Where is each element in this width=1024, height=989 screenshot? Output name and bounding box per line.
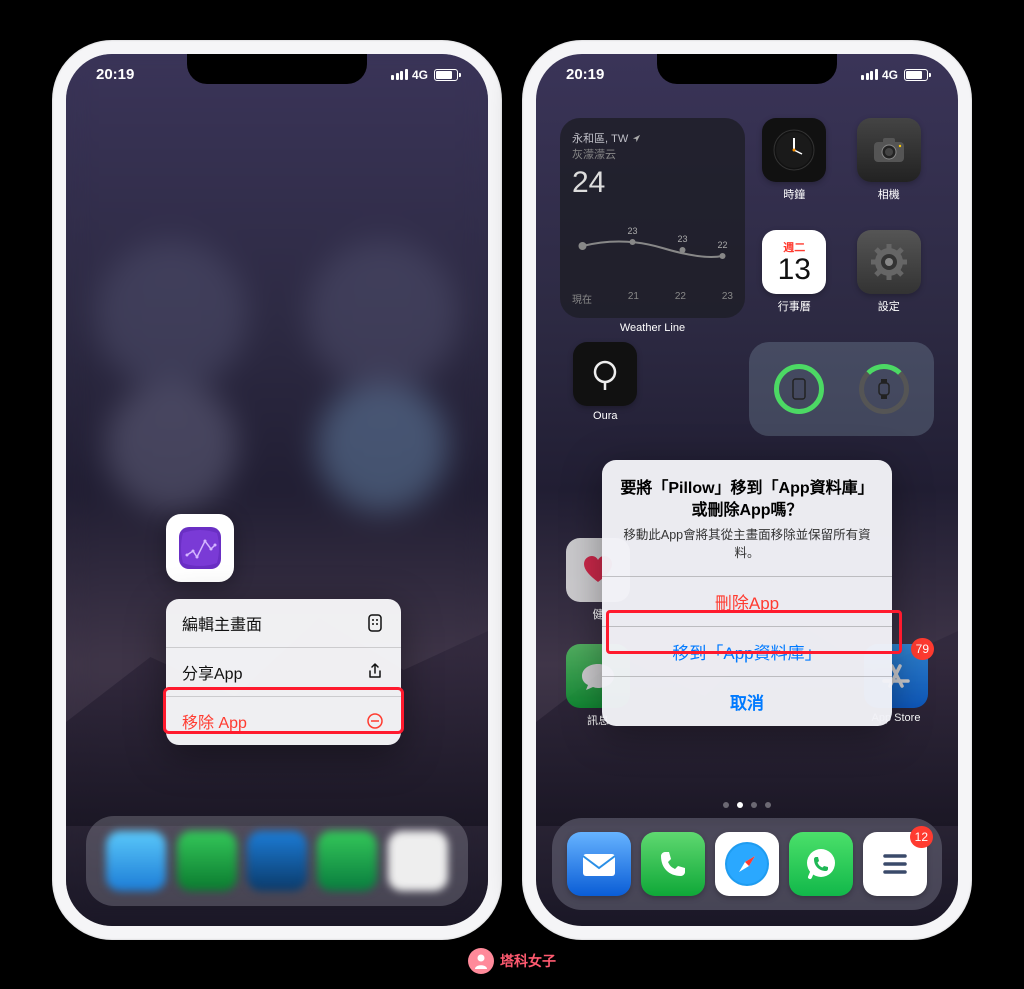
oura-cell[interactable]: Oura xyxy=(560,342,651,446)
app-label: 設定 xyxy=(878,298,900,314)
phone-left: 20:19 4G xyxy=(52,40,502,940)
whatsapp-icon xyxy=(789,832,853,896)
pillow-app-icon[interactable] xyxy=(166,514,234,582)
battery-widget[interactable] xyxy=(749,342,934,436)
alert-cancel-button[interactable]: 取消 xyxy=(602,676,892,726)
mail-icon xyxy=(567,832,631,896)
badge: 12 xyxy=(910,826,933,848)
location-arrow-icon xyxy=(632,134,641,143)
menu-label: 移除 App xyxy=(182,709,247,733)
weather-temp: 24 xyxy=(572,166,605,199)
menu-share-app[interactable]: 分享App xyxy=(166,648,401,697)
screen: 20:19 4G xyxy=(66,54,488,926)
hour: 23 xyxy=(722,291,733,306)
hour-now: 現在 xyxy=(572,291,592,306)
weather-hours: 現在 21 22 23 xyxy=(572,291,733,306)
settings-cell[interactable]: 設定 xyxy=(844,230,935,334)
phone-device-icon xyxy=(779,369,819,409)
calendar-icon: 週二 13 xyxy=(762,230,826,294)
dock-icon-blur xyxy=(388,831,448,891)
oura-icon xyxy=(573,342,637,406)
status-time: 20:19 xyxy=(566,66,604,83)
app-label: 時鐘 xyxy=(783,186,805,202)
menu-label: 分享App xyxy=(182,660,242,684)
page-dot xyxy=(765,802,771,808)
watermark-text: 塔科女子 xyxy=(500,951,556,971)
weather-graph: 23 23 22 xyxy=(572,226,733,266)
dock-icon-blur xyxy=(177,831,237,891)
watermark-avatar-icon xyxy=(468,948,494,974)
settings-icon xyxy=(857,230,921,294)
share-icon xyxy=(365,662,385,682)
calendar-cell[interactable]: 週二 13 行事曆 xyxy=(749,230,840,334)
safari-cell[interactable] xyxy=(715,832,779,896)
dock-blurred xyxy=(86,816,468,906)
battery-icon xyxy=(904,69,928,81)
remove-icon xyxy=(365,711,385,731)
screen: 20:19 4G 永和區, TW 灰濛濛云 xyxy=(536,54,958,926)
status-time: 20:19 xyxy=(96,66,134,83)
svg-text:22: 22 xyxy=(718,240,728,250)
dock: 12 xyxy=(552,818,942,910)
phone-cell[interactable] xyxy=(641,832,705,896)
weather-app-label: Weather Line xyxy=(620,322,685,334)
camera-cell[interactable]: 相機 xyxy=(844,118,935,222)
page-dot-active xyxy=(737,802,743,808)
battery-ring-phone xyxy=(774,364,824,414)
page-dot xyxy=(723,802,729,808)
menu-label: 編輯主畫面 xyxy=(182,611,262,635)
weather-widget[interactable]: 永和區, TW 灰濛濛云 24 23 xyxy=(560,118,745,318)
notch xyxy=(657,54,837,84)
network-label: 4G xyxy=(412,68,428,82)
watch-icon xyxy=(864,369,904,409)
phone-right: 20:19 4G 永和區, TW 灰濛濛云 xyxy=(522,40,972,940)
alert-delete-button[interactable]: 刪除App xyxy=(602,576,892,626)
weather-cond: 灰濛濛云 xyxy=(572,146,733,162)
phone-icon xyxy=(641,832,705,896)
weather-widget-cell: 永和區, TW 灰濛濛云 24 23 xyxy=(560,118,745,334)
battery-icon xyxy=(434,69,458,81)
watermark: 塔科女子 xyxy=(468,948,556,974)
context-menu: 編輯主畫面 分享App 移除 App xyxy=(166,599,401,745)
app-label: 相機 xyxy=(878,186,900,202)
notch xyxy=(187,54,367,84)
hour: 22 xyxy=(675,291,686,306)
dock-icon-blur xyxy=(247,831,307,891)
menu-edit-homescreen[interactable]: 編輯主畫面 xyxy=(166,599,401,648)
camera-icon xyxy=(857,118,921,182)
battery-ring-watch xyxy=(859,364,909,414)
whatsapp-cell[interactable] xyxy=(789,832,853,896)
svg-text:23: 23 xyxy=(678,234,688,244)
safari-icon xyxy=(715,832,779,896)
confirmation-alert: 要將「Pillow」移到「App資料庫」或刪除App嗎？ 移動此App會將其從主… xyxy=(602,460,892,726)
page-indicator[interactable] xyxy=(536,802,958,808)
empty-cell xyxy=(655,342,746,446)
clock-icon xyxy=(762,118,826,182)
weather-location: 永和區, TW xyxy=(572,130,628,146)
alert-title: 要將「Pillow」移到「App資料庫」或刪除App嗎？ xyxy=(620,478,874,521)
alert-message: 移動此App會將其從主畫面移除並保留所有資料。 xyxy=(620,527,874,562)
svg-text:23: 23 xyxy=(628,226,638,236)
things-cell[interactable]: 12 xyxy=(863,832,927,896)
app-label: 行事曆 xyxy=(778,298,811,314)
status-right: 4G xyxy=(861,68,928,82)
mail-cell[interactable] xyxy=(567,832,631,896)
alert-header: 要將「Pillow」移到「App資料庫」或刪除App嗎？ 移動此App會將其從主… xyxy=(602,460,892,576)
status-right: 4G xyxy=(391,68,458,82)
signal-icon xyxy=(861,69,878,80)
cal-day: 13 xyxy=(778,255,811,285)
signal-icon xyxy=(391,69,408,80)
menu-remove-app[interactable]: 移除 App xyxy=(166,697,401,745)
alert-move-button[interactable]: 移到「App資料庫」 xyxy=(602,626,892,676)
dock-icon-blur xyxy=(106,831,166,891)
badge: 79 xyxy=(911,638,934,660)
page-dot xyxy=(751,802,757,808)
apps-grid-icon xyxy=(365,613,385,633)
clock-cell[interactable]: 時鐘 xyxy=(749,118,840,222)
app-label: Oura xyxy=(593,410,617,422)
hour: 21 xyxy=(628,291,639,306)
network-label: 4G xyxy=(882,68,898,82)
pillow-icon xyxy=(175,523,225,573)
dock-icon-blur xyxy=(317,831,377,891)
